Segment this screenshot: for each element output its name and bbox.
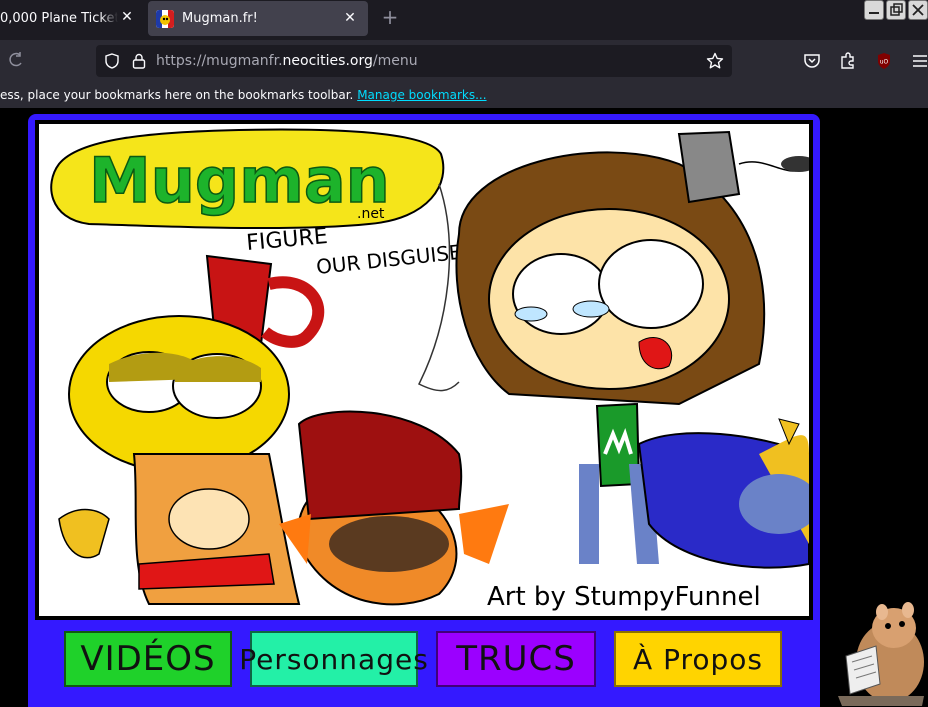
url-bar[interactable]: https://mugmanfr.neocities.org/menu <box>96 45 732 77</box>
tab-title: 0,000 Plane Ticket! - Yo <box>0 10 118 26</box>
reading-hamster-image <box>838 602 924 706</box>
new-tab-button[interactable]: + <box>380 7 400 27</box>
url-domain: neocities.org <box>282 53 373 69</box>
url-prefix: https://mugmanfr. <box>156 53 283 69</box>
star-icon[interactable] <box>706 52 724 70</box>
videos-button[interactable]: VIDÉOS <box>64 631 232 687</box>
tab-strip: 0,000 Plane Ticket! - Yo ✕ Mugman.fr! ✕ … <box>0 0 928 40</box>
svg-text:uO: uO <box>880 59 889 66</box>
banner-artwork: Mugman .net FIGURE OUR DISGUISE Art by S… <box>35 120 813 620</box>
minimize-button[interactable] <box>864 0 884 20</box>
art-credit: Art by StumpyFunnel <box>487 582 761 612</box>
apropos-button[interactable]: À Propos <box>614 631 782 687</box>
window-controls <box>864 0 928 20</box>
manage-bookmarks-link[interactable]: Manage bookmarks... <box>357 88 486 102</box>
ublock-icon[interactable]: uO <box>874 51 894 71</box>
url-path: /menu <box>372 53 418 69</box>
reload-icon[interactable] <box>8 52 24 72</box>
tab-plane-ticket[interactable]: 0,000 Plane Ticket! - Yo ✕ <box>0 0 145 36</box>
speech-line-2: OUR DISGUISE <box>315 240 463 279</box>
close-icon[interactable]: ✕ <box>342 10 358 26</box>
close-window-button[interactable] <box>908 0 928 20</box>
page-content: Mugman .net FIGURE OUR DISGUISE Art by S… <box>0 108 928 707</box>
mugman-favicon <box>156 9 174 28</box>
shield-icon[interactable] <box>104 53 120 69</box>
tab-title: Mugman.fr! <box>182 11 258 26</box>
bookmarks-toolbar: ess, place your bookmarks here on the bo… <box>0 82 928 108</box>
close-icon[interactable]: ✕ <box>119 9 135 25</box>
tab-mugman[interactable]: Mugman.fr! ✕ <box>148 1 368 36</box>
menu-icon[interactable] <box>910 51 928 71</box>
logo-suffix: .net <box>357 206 385 222</box>
logo-text: Mugman <box>89 144 390 217</box>
lock-icon[interactable] <box>132 53 146 69</box>
banner-illustration: Mugman .net FIGURE OUR DISGUISE <box>50 128 809 606</box>
trucs-button[interactable]: TRUCS <box>436 631 596 687</box>
navigation-toolbar: https://mugmanfr.neocities.org/menu uO <box>0 40 928 82</box>
personnages-button[interactable]: Personnages <box>239 631 428 687</box>
extensions-icon[interactable] <box>838 51 858 71</box>
url-text: https://mugmanfr.neocities.org/menu <box>156 53 418 69</box>
bookmarks-empty-message: ess, place your bookmarks here on the bo… <box>0 88 358 102</box>
restore-button[interactable] <box>886 0 906 20</box>
pocket-icon[interactable] <box>802 51 822 71</box>
